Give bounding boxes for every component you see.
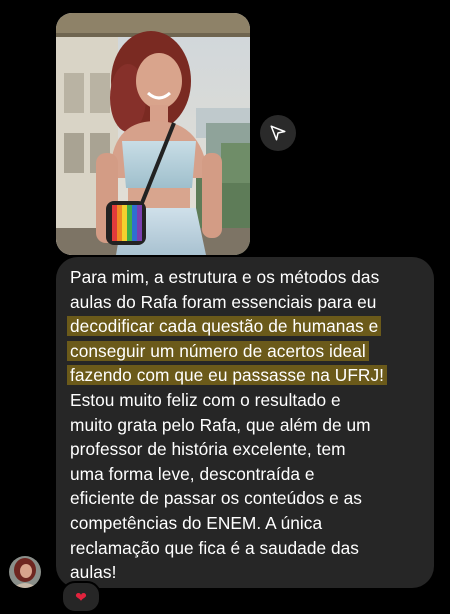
message-line: professor de história excelente, tem [70, 439, 346, 460]
share-button[interactable] [260, 115, 296, 151]
reaction-badge[interactable]: ❤ [61, 581, 101, 613]
photo-attachment[interactable] [56, 13, 250, 255]
avatar-image [9, 556, 41, 588]
heart-icon: ❤ [75, 588, 87, 605]
message-line: eficiente de passar os conteúdos e as [70, 488, 362, 509]
message-text: Para mim, a estrutura e os métodos das a… [67, 265, 430, 585]
message-line: Estou muito feliz com o resultado e [70, 389, 341, 410]
highlight-mark: conseguir um número de acertos ideal [67, 340, 369, 361]
message-line: competências do ENEM. A única [70, 512, 323, 533]
message-line: aulas! [70, 562, 117, 583]
message-line: reclamação que fica é a saudade das [70, 537, 359, 558]
avatar[interactable] [9, 556, 41, 588]
highlight-mark: decodificar cada questão de humanas e [67, 316, 382, 337]
message-line: uma forma leve, descontraída e [70, 463, 315, 484]
message-line: Para mim, a estrutura e os métodos das [70, 267, 380, 287]
photo-image [56, 13, 250, 255]
message-line: aulas do Rafa foram essenciais para eu [70, 291, 377, 312]
message-line-highlighted: conseguir um número de acertos ideal [67, 339, 430, 364]
highlight-mark: fazendo com que eu passasse na UFRJ! [67, 365, 387, 386]
message-line-highlighted: fazendo com que eu passasse na UFRJ! [67, 363, 430, 388]
send-icon [270, 125, 286, 141]
message-line-highlighted: decodificar cada questão de humanas e [67, 314, 430, 339]
message-line: muito grata pelo Rafa, que além de um [70, 414, 371, 435]
